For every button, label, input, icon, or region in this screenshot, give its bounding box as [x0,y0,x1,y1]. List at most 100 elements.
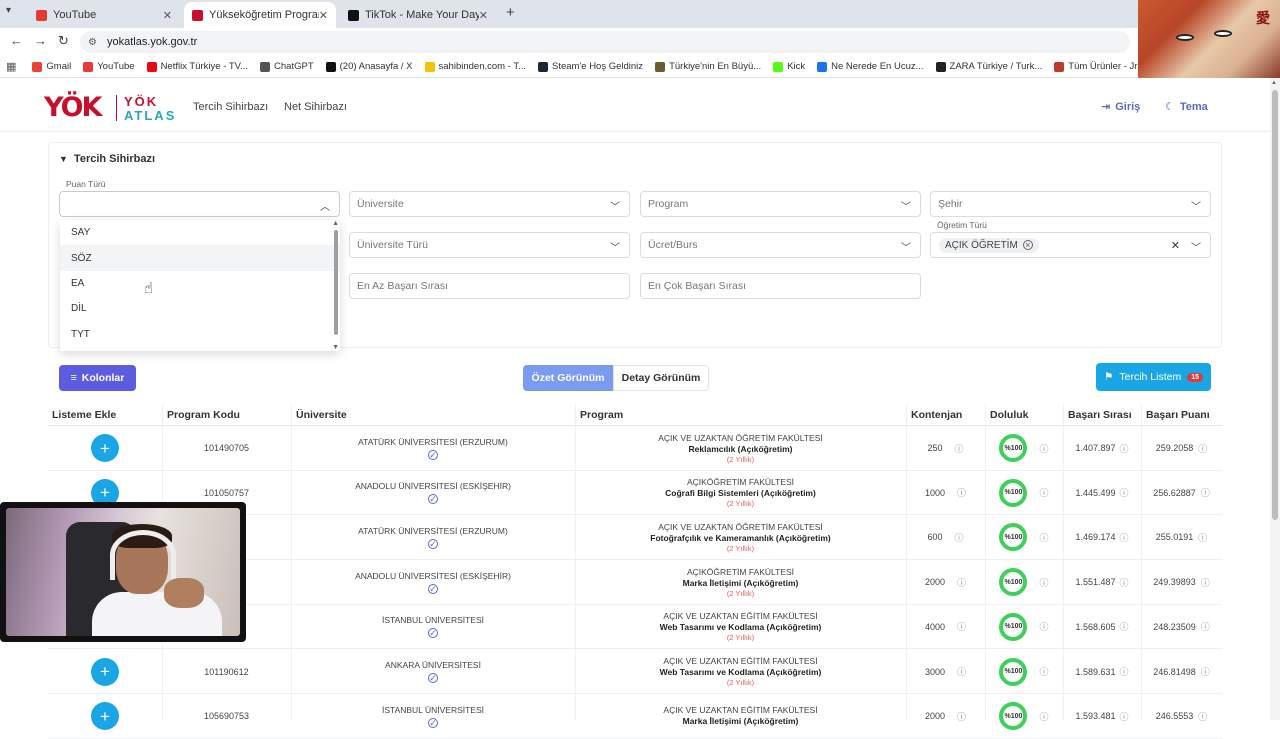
new-tab-button[interactable]: + [506,5,515,21]
universite-name[interactable]: ATATÜRK ÜNİVERSİTESİ (ERZURUM) [358,526,508,536]
close-icon[interactable]: ✕ [163,9,172,22]
program-name[interactable]: Fotoğrafçılık ve Kameramanlık (Açıköğret… [650,533,830,543]
info-icon[interactable]: ⓘ [957,620,966,633]
nav-tercih-sihirbazi[interactable]: Tercih Sihirbazı [193,101,268,113]
tab-youtube[interactable]: YouTube ✕ [28,2,180,28]
scroll-down-icon[interactable]: ▼ [332,344,339,351]
ucret-burs-select[interactable]: Ücret/Burs ﹀ [640,232,921,258]
info-icon[interactable]: ⓘ [1120,710,1129,723]
detay-gorunum-tab[interactable]: Detay Görünüm [613,365,709,391]
ozet-gorunum-tab[interactable]: Özet Görünüm [523,365,613,391]
th-universite[interactable]: Üniversite [296,409,347,421]
info-icon[interactable]: ⓘ [1039,531,1048,544]
info-icon[interactable]: ⓘ [1201,486,1210,499]
theme-button[interactable]: ☾ Tema [1165,100,1208,114]
info-icon[interactable]: ⓘ [1198,531,1207,544]
add-to-list-button[interactable]: + [91,657,119,686]
info-icon[interactable]: ⓘ [1120,531,1129,544]
back-icon[interactable]: ← [10,34,23,48]
program-kodu[interactable]: 101190612 [204,667,248,677]
program-kodu[interactable]: 101050757 [204,488,249,498]
clear-icon[interactable]: ✕ [1171,239,1180,252]
puan-turu-select[interactable]: ︿ [59,191,340,217]
bookmark-item[interactable]: ZARA Türkiye / Turk... [935,61,1042,72]
th-doluluk[interactable]: Doluluk [990,409,1029,421]
login-button[interactable]: ⇥ Giriş [1101,100,1140,114]
address-bar[interactable]: ⚙ yokatlas.yok.gov.tr [80,31,1130,53]
info-icon[interactable]: ⓘ [1039,665,1048,678]
scroll-up-icon[interactable]: ▲ [332,220,339,227]
bookmark-item[interactable]: ChatGPT [260,61,314,72]
info-icon[interactable]: ⓘ [1039,576,1048,589]
universite-name[interactable]: İSTANBUL ÜNİVERSİTESİ [382,705,484,715]
program-select[interactable]: Program ﹀ [640,191,921,217]
nav-net-sihirbazi[interactable]: Net Sihirbazı [284,101,347,113]
info-icon[interactable]: ⓘ [957,710,966,723]
info-icon[interactable]: ⓘ [1198,442,1207,455]
en-cok-basari-input[interactable]: En Çok Başarı Sırası [640,273,921,299]
universite-name[interactable]: ATATÜRK ÜNİVERSİTESİ (ERZURUM) [358,437,508,447]
program-name[interactable]: Coğrafi Bilgi Sistemleri (Açıköğretim) [665,488,816,498]
kolonlar-button[interactable]: ≡ Kolonlar [59,365,136,391]
bookmark-item[interactable]: YouTube [83,61,135,72]
info-icon[interactable]: ⓘ [1198,710,1207,723]
bookmark-item[interactable]: (20) Anasayfa / X [325,61,413,72]
reload-icon[interactable]: ↻ [58,34,69,48]
bookmark-item[interactable]: Netflix Türkiye - TV... [146,61,248,72]
universite-name[interactable]: ANKARA ÜNİVERSİTESİ [385,660,481,670]
bookmark-item[interactable]: sahibinden.com - T... [424,61,526,72]
bookmark-item[interactable]: Türkiye'nin En Büyü... [655,61,761,72]
th-basari-sirasi[interactable]: Başarı Sırası [1068,409,1132,421]
tab-yokatlas[interactable]: Yükseköğretim Program Atlası ✕ [184,2,336,28]
yok-atlas-logo[interactable]: YÖK YÖK ATLAS [44,93,176,124]
info-icon[interactable]: ⓘ [1039,620,1048,633]
card-title[interactable]: ▼ Tercih Sihirbazı [59,153,155,165]
bookmark-item[interactable]: Gmail [32,61,71,72]
info-icon[interactable]: ⓘ [1120,665,1129,678]
program-name[interactable]: Marka İletişimi (Açıköğretim) [683,716,799,726]
universite-select[interactable]: Üniversite ﹀ [349,191,630,217]
add-to-list-button[interactable]: + [91,434,119,462]
forward-icon[interactable]: → [34,34,47,48]
info-icon[interactable]: ⓘ [1201,576,1210,589]
info-icon[interactable]: ⓘ [1120,486,1129,499]
th-program-kodu[interactable]: Program Kodu [167,409,240,421]
chip-remove-icon[interactable]: × [1022,240,1033,250]
close-icon[interactable]: ✕ [319,9,328,22]
apps-grid-icon[interactable]: ▦ [6,60,16,73]
option-tyt[interactable]: TYT [60,322,340,347]
info-icon[interactable]: ⓘ [955,531,964,544]
info-icon[interactable]: ⓘ [957,576,966,589]
program-name[interactable]: Web Tasarımı ve Kodlama (Açıköğretim) [660,667,822,677]
bookmark-item[interactable]: Kick [773,61,805,72]
close-icon[interactable]: ✕ [479,9,488,22]
info-icon[interactable]: ⓘ [1039,442,1048,455]
info-icon[interactable]: ⓘ [1039,486,1048,499]
scroll-thumb[interactable] [1272,90,1278,520]
ogretim-turu-select[interactable]: AÇIK ÖĞRETİM × ✕ ﹀ [930,232,1211,258]
add-to-list-button[interactable]: + [91,702,119,731]
info-icon[interactable]: ⓘ [1120,576,1129,589]
option-dil[interactable]: DİL [60,296,340,321]
info-icon[interactable]: ⓘ [1039,710,1048,723]
dropdown-scrollbar[interactable] [334,230,338,335]
program-name[interactable]: Web Tasarımı ve Kodlama (Açıköğretim) [660,622,822,632]
th-basari-puani[interactable]: Başarı Puanı [1146,409,1210,421]
site-info-icon[interactable]: ⚙ [88,37,97,48]
en-az-basari-input[interactable]: En Az Başarı Sırası [349,273,630,299]
program-name[interactable]: Marka İletişimi (Açıköğretim) [683,578,799,588]
page-scrollbar[interactable]: ▲ [1270,78,1280,720]
universite-name[interactable]: İSTANBUL ÜNİVERSİTESİ [382,615,484,625]
option-ea[interactable]: EA [60,271,340,296]
th-kontenjan[interactable]: Kontenjan [911,409,962,421]
scroll-up-icon[interactable]: ▲ [1271,80,1277,86]
th-listeme-ekle[interactable]: Listeme Ekle [52,409,116,421]
universite-name[interactable]: ANADOLU ÜNİVERSİTESİ (ESKİŞEHİR) [355,481,511,491]
tercih-listem-button[interactable]: ⚑ Tercih Listem 15 [1096,363,1211,391]
info-icon[interactable]: ⓘ [957,665,966,678]
universite-name[interactable]: ANADOLU ÜNİVERSİTESİ (ESKİŞEHİR) [355,571,511,581]
bookmark-item[interactable]: Steam'e Hoş Geldiniz [538,61,643,72]
th-program[interactable]: Program [580,409,623,421]
bookmark-item[interactable]: Ne Nerede En Ucuz... [817,61,924,72]
program-kodu[interactable]: 101490705 [204,443,249,453]
